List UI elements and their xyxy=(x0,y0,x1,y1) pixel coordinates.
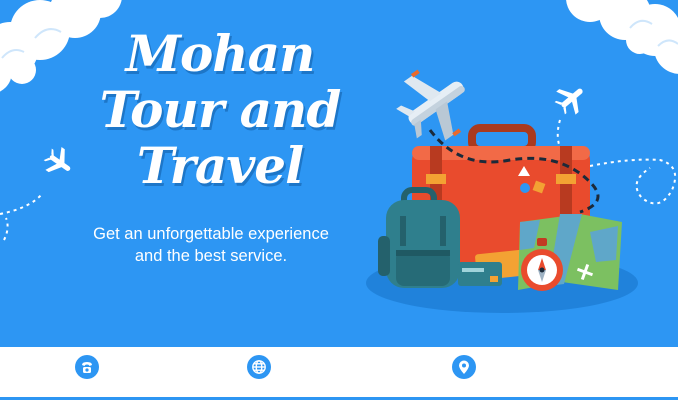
tagline: Get an unforgettable experience and the … xyxy=(52,223,370,267)
tagline-line: Get an unforgettable experience xyxy=(93,225,329,243)
location-pin-icon[interactable] xyxy=(452,355,476,379)
small-plane-right-icon xyxy=(554,88,583,115)
brand-title-line: Mohan xyxy=(125,24,316,83)
phone-icon[interactable] xyxy=(75,355,99,379)
cloud-top-right-icon xyxy=(566,0,678,74)
brand-title: Mohan Tour and Travel xyxy=(70,26,370,194)
contact-bar xyxy=(0,347,678,400)
brand-title-line: Tour and xyxy=(99,80,342,139)
brand-title-line: Travel xyxy=(136,136,304,195)
hero-banner: Mohan Tour and Travel Get an unforgettab… xyxy=(0,0,678,347)
globe-icon[interactable] xyxy=(247,355,271,379)
tagline-line: and the best service. xyxy=(134,247,288,265)
backpack-icon xyxy=(378,187,460,288)
